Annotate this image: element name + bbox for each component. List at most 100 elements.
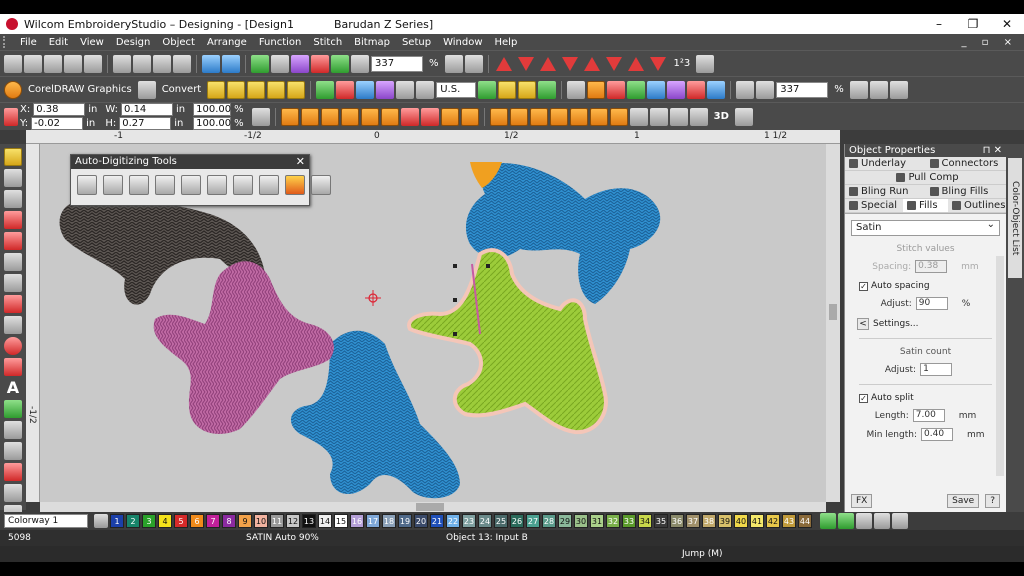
applique-icon[interactable] [4,463,22,481]
convert-button[interactable]: Convert [162,84,202,95]
color-swatch-32[interactable]: 32 [606,514,620,528]
effect-9-icon[interactable] [649,107,668,126]
restore-button[interactable]: ❐ [956,14,990,34]
color-photo-icon[interactable] [155,175,175,195]
color-swatch-27[interactable]: 27 [526,514,540,528]
stitch-type-2-icon[interactable] [300,107,319,126]
nudge-up-icon[interactable] [539,56,556,71]
freehand-icon[interactable] [227,80,246,99]
units-dropdown[interactable]: U.S. [436,81,477,98]
first-stitch-icon[interactable] [583,56,600,71]
nodes-icon[interactable] [4,274,22,292]
color-swatch-6[interactable]: 6 [190,514,204,528]
zoom-dropdown-2[interactable]: 337 [776,81,829,98]
open-icon[interactable] [24,54,42,73]
design-info-icon[interactable] [271,54,289,73]
shapes-icon[interactable] [336,80,355,99]
auto-spacing-checkbox[interactable]: ✓ Auto spacing [859,281,1006,291]
x-field[interactable]: 0.38 [33,103,86,116]
menu-design[interactable]: Design [110,37,157,48]
color-swatch-43[interactable]: 43 [782,514,796,528]
reshape-node-icon[interactable] [4,169,22,187]
sort-icon[interactable] [696,54,715,73]
convert-icon[interactable] [137,80,156,99]
selection-handle[interactable] [453,264,457,268]
color-swatch-29[interactable]: 29 [558,514,572,528]
nudge-down-icon[interactable] [561,56,578,71]
chevron-left-icon[interactable]: < [857,318,869,330]
stitch-type-6-icon[interactable] [380,107,399,126]
pattern5-icon[interactable] [687,80,706,99]
help-button[interactable]: ? [985,494,1000,508]
tab-pull-comp[interactable]: Pull Comp [845,171,1006,185]
stitch-color-icon[interactable] [356,80,375,99]
color-swatch-2[interactable]: 2 [126,514,140,528]
colorway-dropdown[interactable]: Colorway 1 [4,514,88,528]
stitch-type-10-icon[interactable] [460,107,479,126]
select-arrow-icon[interactable] [4,148,22,166]
zoom-in-2-icon[interactable] [849,80,868,99]
effect-2-icon[interactable] [509,107,528,126]
tab-outlines[interactable]: Outlines [948,199,1006,213]
lettering-icon[interactable] [376,80,395,99]
bitmap-artwork-icon[interactable] [311,175,331,195]
blank-icon[interactable] [892,513,908,529]
color-swatch-21[interactable]: 21 [430,514,444,528]
menu-view[interactable]: View [74,37,110,48]
tool-a-icon[interactable] [478,80,497,99]
stitch-type-1-icon[interactable] [280,107,299,126]
table-icon[interactable] [416,80,435,99]
effect-5-icon[interactable] [569,107,588,126]
eraser-icon[interactable] [4,484,22,502]
color-swatch-34[interactable]: 34 [638,514,652,528]
run-icon[interactable] [247,80,266,99]
click-satin-icon[interactable] [233,175,253,195]
ruler-icon[interactable] [4,421,22,439]
fx-button[interactable]: FX [851,494,873,508]
checkbox[interactable]: ✓ [859,281,868,291]
effect-12-icon[interactable] [734,107,753,126]
coreldraw-graphics-button[interactable]: CorelDRAW Graphics [28,84,132,95]
tab-connectors[interactable]: Connectors [925,157,1006,171]
zoom-box-icon[interactable] [889,80,908,99]
effect-4-icon[interactable] [549,107,568,126]
adjust-field[interactable]: 90 [915,297,948,310]
move-down-icon[interactable] [517,56,534,71]
color-swatch-17[interactable]: 17 [366,514,380,528]
shape-tool-icon[interactable] [207,80,226,99]
color-swatch-18[interactable]: 18 [382,514,396,528]
grip-icon[interactable] [3,36,11,48]
tab-bling-run[interactable]: Bling Run [845,185,926,199]
pattern6-icon[interactable] [707,80,726,99]
knife-icon[interactable] [4,190,22,208]
spacing-field[interactable]: 0.38 [915,260,948,273]
effect-3-icon[interactable] [529,107,548,126]
height-field[interactable]: 0.27 [119,117,172,130]
color-swatch-8[interactable]: 8 [222,514,236,528]
width-field[interactable]: 0.14 [121,103,174,116]
selection-handle[interactable] [453,298,457,302]
color-swatch-41[interactable]: 41 [750,514,764,528]
save-icon[interactable] [44,54,62,73]
3d-icon[interactable]: 3D [714,111,729,122]
color-swatch-44[interactable]: 44 [798,514,812,528]
grid-icon[interactable] [396,80,415,99]
color-swatch-20[interactable]: 20 [414,514,428,528]
show-bitmap-icon[interactable] [291,54,309,73]
coreldraw-icon[interactable] [4,80,22,99]
color-swatch-22[interactable]: 22 [446,514,460,528]
menu-edit[interactable]: Edit [43,37,74,48]
stitch-type-4-icon[interactable] [340,107,359,126]
zoom-icon[interactable] [736,80,755,99]
lock-icon[interactable] [251,107,270,126]
redo-icon[interactable] [222,54,240,73]
green-figure[interactable] [407,248,608,435]
fill-type-select[interactable]: Satin [851,218,1000,236]
effect-8-icon[interactable] [629,107,648,126]
stitch-type-8-icon[interactable] [420,107,439,126]
photo-flash-icon[interactable] [129,175,149,195]
mdi-controls[interactable]: _ ▫ × [961,37,1024,48]
color-swatch-28[interactable]: 28 [542,514,556,528]
new-icon[interactable] [4,54,22,73]
scale-x-field[interactable]: 100.00 [193,103,232,116]
